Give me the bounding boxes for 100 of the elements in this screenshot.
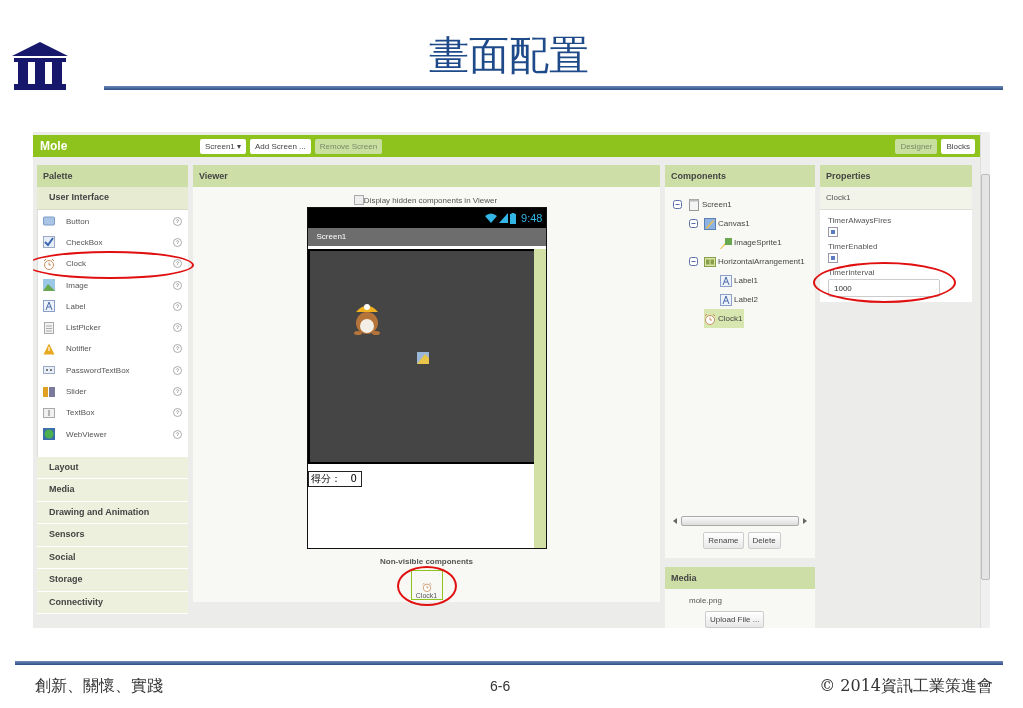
help-icon[interactable] xyxy=(173,216,182,226)
sprite-icon xyxy=(720,236,732,249)
palette-item[interactable]: WebViewer xyxy=(38,423,188,445)
wifi-icon xyxy=(485,213,498,223)
clock-icon xyxy=(43,257,55,270)
slider-icon xyxy=(43,385,55,398)
help-icon[interactable] xyxy=(173,387,182,396)
clock-icon xyxy=(421,582,432,592)
panel-header: Media xyxy=(665,567,815,589)
palette-category[interactable]: User Interface xyxy=(37,187,188,210)
nonvisible-title: Non-visible components xyxy=(380,557,473,566)
help-icon[interactable] xyxy=(173,365,182,375)
screen-button[interactable]: Add Screen ... xyxy=(250,138,311,154)
collapse-icon[interactable] xyxy=(689,219,698,228)
palette-category[interactable]: Layout xyxy=(37,456,188,480)
help-icon[interactable] xyxy=(173,301,182,311)
collapse-icon[interactable] xyxy=(673,200,682,209)
signal-icon xyxy=(499,213,509,223)
palette-category[interactable]: Media xyxy=(37,479,188,502)
project-name: Mole xyxy=(40,139,69,153)
image-icon xyxy=(43,279,55,292)
help-icon[interactable] xyxy=(173,429,182,439)
list-icon xyxy=(43,321,55,334)
tree-item[interactable]: Screen1 xyxy=(688,195,734,214)
checkbox[interactable] xyxy=(353,195,364,205)
slide-title: 畫面配置 xyxy=(427,32,590,78)
footer-motto: 創新、關懷、實踐 xyxy=(35,675,164,697)
property-checkbox[interactable] xyxy=(828,253,838,263)
palette-item[interactable]: PasswordTextBox xyxy=(38,359,188,381)
palette-item[interactable]: ListPicker xyxy=(38,317,188,339)
collapse-icon[interactable] xyxy=(689,257,698,266)
panel-header: Properties xyxy=(820,165,972,187)
scroll-left-icon[interactable] xyxy=(673,518,677,524)
warning-icon xyxy=(43,342,55,355)
media-file[interactable]: mole.png xyxy=(665,596,815,605)
logo-icon xyxy=(12,42,68,90)
palette-category[interactable]: Social xyxy=(37,546,188,570)
property-field[interactable]: 1000 xyxy=(828,279,940,297)
label-icon xyxy=(43,300,55,313)
arrangement-icon xyxy=(704,255,716,268)
page-icon xyxy=(688,198,700,211)
checkbox-label: Display hidden components in Viewer xyxy=(363,195,498,205)
help-icon[interactable] xyxy=(173,323,182,333)
horizontal-scrollbar[interactable] xyxy=(673,516,807,526)
help-icon[interactable] xyxy=(173,280,182,290)
tree-item[interactable]: Clock1 xyxy=(704,309,745,328)
palette-category[interactable]: Connectivity xyxy=(37,591,188,615)
screen-title-bar: Screen1 xyxy=(307,228,546,246)
palette-category[interactable]: Sensors xyxy=(37,524,188,547)
palette-item[interactable]: Notifier xyxy=(38,338,188,360)
mole-sprite-icon xyxy=(352,301,381,335)
help-icon[interactable] xyxy=(173,344,182,354)
globe-icon xyxy=(43,428,55,441)
label-icon xyxy=(720,293,732,306)
vertical-scrollbar[interactable] xyxy=(980,132,990,628)
palette-item[interactable]: Image xyxy=(38,274,188,296)
password-icon xyxy=(43,364,55,377)
canvas-icon xyxy=(704,217,716,230)
palette-item[interactable]: Slider xyxy=(38,380,188,403)
tree-item[interactable]: Label1 xyxy=(720,271,761,290)
panel-header: Components xyxy=(665,165,815,187)
textbox-icon xyxy=(43,406,55,419)
panel-button[interactable]: Delete xyxy=(747,532,781,549)
score-value: 0 xyxy=(350,473,357,485)
selected-component-name: Clock1 xyxy=(820,187,972,210)
mode-button[interactable]: Blocks xyxy=(941,138,975,154)
footer-copyright: © 2014資訊工業策進會 xyxy=(819,675,993,697)
help-icon[interactable] xyxy=(173,259,182,269)
panel-header: Viewer xyxy=(193,165,660,187)
palette-category[interactable]: Drawing and Animation xyxy=(37,501,188,525)
clock-icon xyxy=(704,312,716,325)
property-label: TimerEnabled xyxy=(828,242,878,251)
upload-button[interactable]: Upload File ... xyxy=(705,611,765,628)
palette-item[interactable]: Label xyxy=(38,295,188,317)
property-label: TimerInterval xyxy=(828,268,875,277)
image-sprite-icon xyxy=(416,352,429,364)
score-label: 得分： xyxy=(310,473,341,485)
tree-item[interactable]: ImageSprite1 xyxy=(720,233,784,252)
help-icon[interactable] xyxy=(173,237,182,247)
palette-item[interactable]: CheckBox xyxy=(38,231,188,254)
battery-icon xyxy=(510,212,517,224)
checkbox-icon xyxy=(43,236,55,249)
help-icon[interactable] xyxy=(173,408,182,418)
tree-item[interactable]: Label2 xyxy=(720,290,761,309)
status-time: 9:48 xyxy=(521,212,543,224)
property-label: TimerAlwaysFires xyxy=(828,216,892,225)
palette-item[interactable]: Clock xyxy=(38,253,188,275)
scroll-right-icon[interactable] xyxy=(803,518,807,524)
palette-item[interactable]: Button xyxy=(38,210,188,232)
panel-header: Palette xyxy=(37,165,188,187)
panel-button[interactable]: Rename xyxy=(703,532,744,549)
palette-category[interactable]: Storage xyxy=(37,569,188,592)
button-icon xyxy=(43,215,55,228)
property-checkbox[interactable] xyxy=(828,227,838,237)
label-icon xyxy=(720,274,732,287)
palette-item[interactable]: TextBox xyxy=(38,402,188,424)
tree-item[interactable]: Canvas1 xyxy=(704,214,752,233)
tree-item[interactable]: HorizontalArrangement1 xyxy=(704,252,807,271)
screen-button[interactable]: Screen1 ▾ xyxy=(200,138,247,154)
page-number: 6-6 xyxy=(490,677,512,696)
